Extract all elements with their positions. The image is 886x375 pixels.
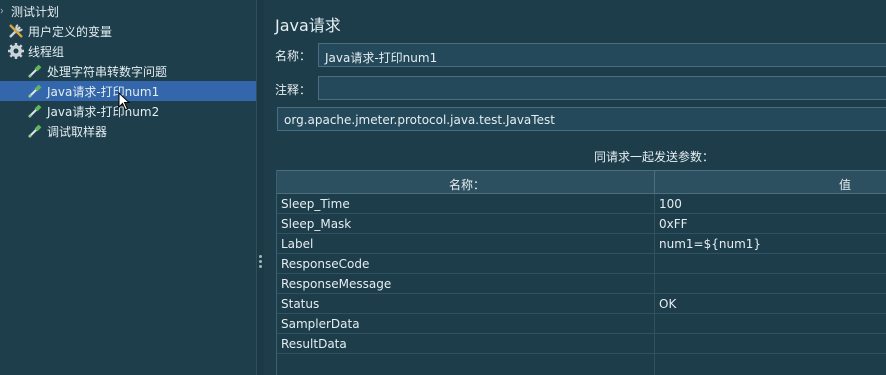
param-name[interactable]: Sleep_Mask: [281, 217, 351, 231]
java-request-editor: Java请求 名称： Java请求-打印num1 注释： org.apache.…: [264, 0, 886, 375]
test-plan-tree: 测试计划 用户定义的变量 线程组 处理字符串转数字问题 Java请求-打印num…: [0, 0, 256, 375]
page-title: Java请求: [275, 16, 341, 35]
tree-item-label: 调试取样器: [47, 124, 108, 139]
tree-item-label: Java请求-打印num2: [47, 104, 160, 119]
mouse-cursor-icon: [118, 92, 131, 111]
name-label: 名称：: [275, 49, 312, 63]
param-name[interactable]: ResponseCode: [281, 257, 369, 271]
tree-item-label: Java请求-打印num1: [47, 84, 160, 99]
params-caption: 同请求一起发送参数：: [594, 150, 715, 164]
tree-item-sampler[interactable]: 处理字符串转数字问题: [0, 61, 256, 81]
table-row[interactable]: ResultData: [277, 334, 886, 354]
param-value[interactable]: OK: [659, 297, 676, 311]
param-value[interactable]: num1=${num1}: [659, 237, 761, 251]
classname-value: org.apache.jmeter.protocol.java.test.Jav…: [284, 113, 555, 127]
tree-item-label: 线程组: [28, 44, 65, 59]
gear-icon: [8, 43, 24, 59]
name-field[interactable]: Java请求-打印num1: [318, 43, 886, 67]
tree-item-thread-group[interactable]: 线程组: [0, 41, 256, 61]
table-row[interactable]: Sleep_Time 100: [277, 194, 886, 214]
param-name[interactable]: Sleep_Time: [281, 197, 350, 211]
table-row[interactable]: Status OK: [277, 294, 886, 314]
pipette-icon: [28, 84, 42, 98]
table-row[interactable]: ResponseMessage: [277, 274, 886, 294]
pipette-icon: [28, 64, 42, 78]
splitter-grip-icon: [259, 265, 262, 268]
param-name[interactable]: ResponseMessage: [281, 277, 391, 291]
tree-item-label: 测试计划: [11, 4, 60, 19]
column-header-value[interactable]: 值: [839, 176, 851, 193]
tree-item-user-variables[interactable]: 用户定义的变量: [0, 21, 256, 41]
pipette-icon: [28, 124, 42, 138]
param-name[interactable]: ResultData: [281, 337, 347, 351]
table-row[interactable]: SamplerData: [277, 314, 886, 334]
parameters-table: 名称： 值 Sleep_Time 100 Sleep_Mask 0xFF Lab…: [276, 170, 886, 375]
tree-item-label: 处理字符串转数字问题: [47, 64, 168, 79]
param-name[interactable]: SamplerData: [281, 317, 360, 331]
table-row[interactable]: Sleep_Mask 0xFF: [277, 214, 886, 234]
test-plan-icon: [0, 8, 4, 14]
splitter-grip-icon: [259, 260, 262, 263]
column-header-name[interactable]: 名称：: [449, 176, 485, 193]
classname-combobox[interactable]: org.apache.jmeter.protocol.java.test.Jav…: [277, 107, 886, 131]
table-header: 名称： 值: [277, 170, 886, 195]
comment-field[interactable]: [318, 76, 886, 100]
jmeter-window: 测试计划 用户定义的变量 线程组 处理字符串转数字问题 Java请求-打印num…: [0, 0, 886, 375]
param-name[interactable]: Status: [281, 297, 319, 311]
param-value[interactable]: 0xFF: [659, 217, 688, 231]
tree-item-label: 用户定义的变量: [28, 24, 113, 39]
name-field-value: Java请求-打印num1: [325, 51, 438, 65]
param-value[interactable]: 100: [659, 197, 682, 211]
tree-item-test-plan[interactable]: 测试计划: [0, 1, 256, 21]
wrench-icon: [9, 24, 23, 38]
param-name[interactable]: Label: [281, 237, 313, 251]
splitter-grip-icon: [259, 255, 262, 258]
table-row[interactable]: ResponseCode: [277, 254, 886, 274]
table-row[interactable]: Label num1=${num1}: [277, 234, 886, 254]
pipette-icon: [28, 104, 42, 118]
tree-item-debug-sampler[interactable]: 调试取样器: [0, 121, 256, 141]
comment-label: 注释：: [275, 83, 312, 97]
